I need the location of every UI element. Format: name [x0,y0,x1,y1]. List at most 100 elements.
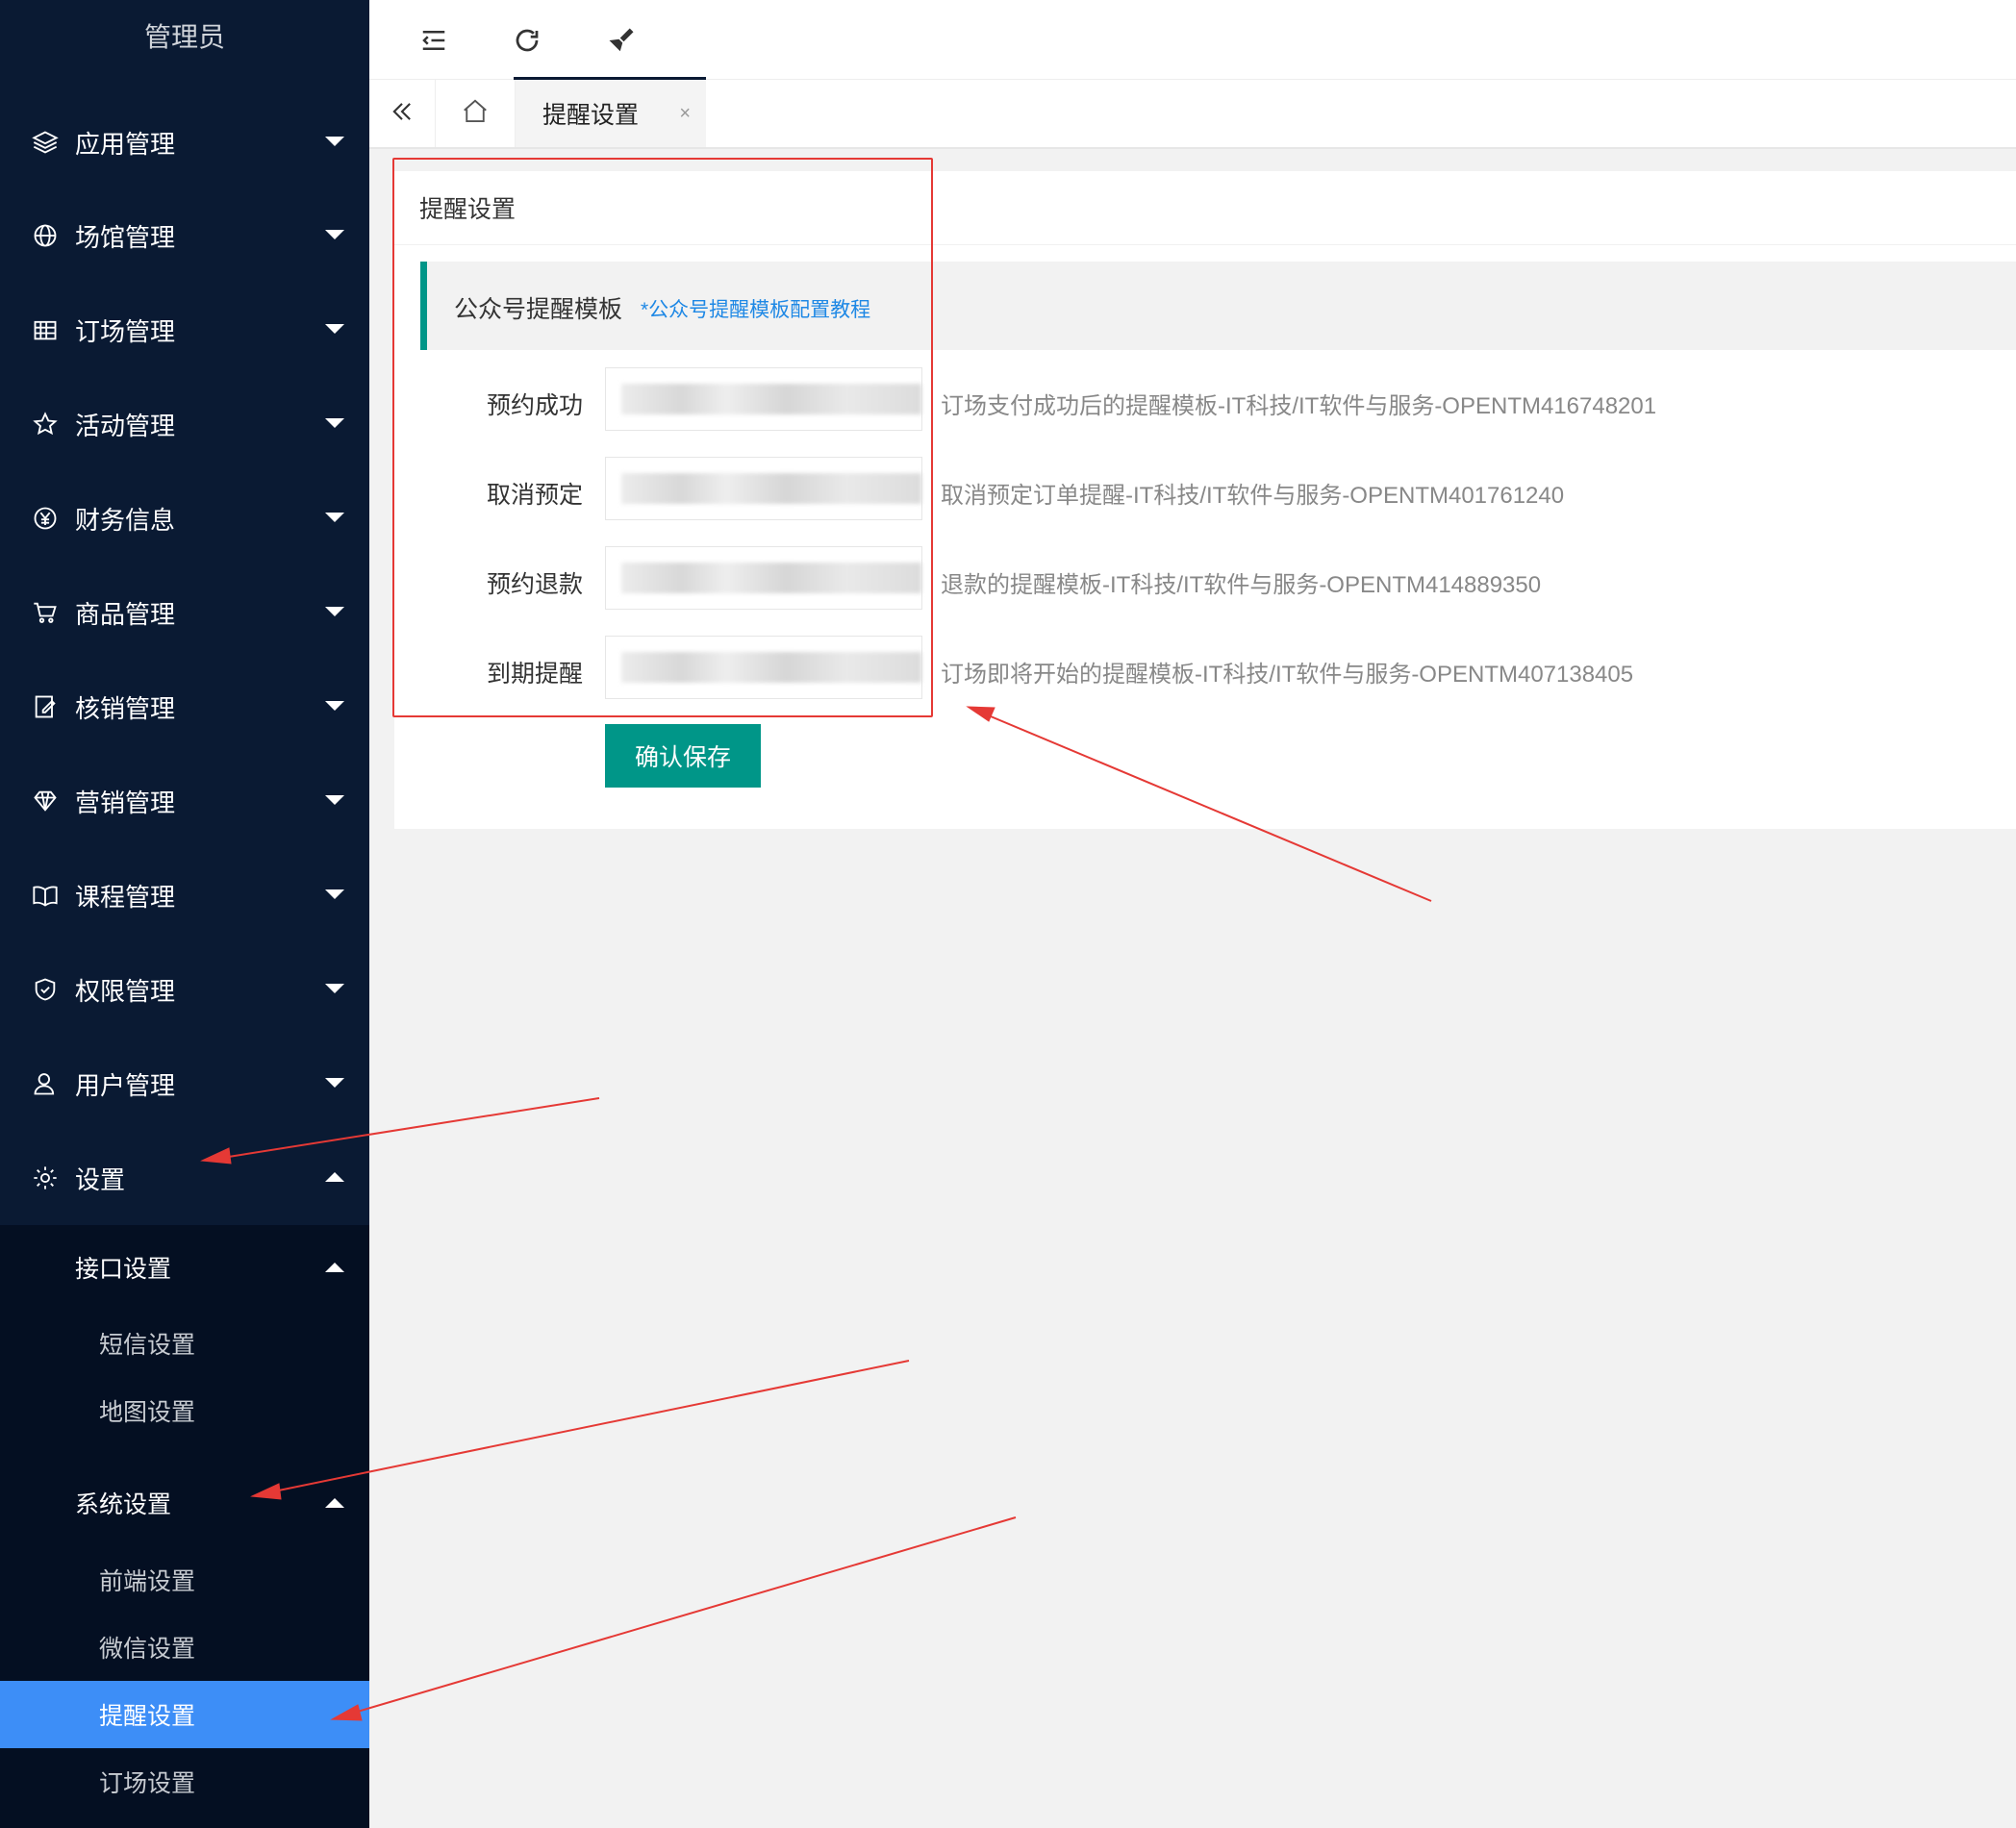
layers-icon [31,128,60,157]
caret-down-icon [325,513,344,522]
tabs-scroll-left-button[interactable] [369,80,436,147]
template-id-input[interactable] [605,367,922,431]
sidebar-item-label: 用户管理 [75,1070,176,1100]
notice-block: 公众号提醒模板 *公众号提醒模板配置教程 [420,262,2016,350]
caret-down-icon [325,701,344,711]
template-id-input[interactable] [605,457,922,520]
edit-icon [31,692,60,721]
sidebar-item-label: 财务信息 [75,505,176,535]
sidebar-item-goods[interactable]: 商品管理 [0,565,369,660]
field-hint: 订场支付成功后的提醒模板-IT科技/IT软件与服务-OPENTM41674820… [941,393,1657,419]
cart-icon [31,598,60,627]
blurred-value [621,563,921,593]
caret-down-icon [325,230,344,239]
tab-reminder-settings[interactable]: 提醒设置 × [516,80,706,147]
sidebar-item-verify[interactable]: 核销管理 [0,660,369,754]
sidebar-item-label: 商品管理 [75,599,176,629]
submenu-item-label: 地图设置 [99,1399,196,1426]
sidebar-item-finance[interactable]: 财务信息 [0,471,369,565]
submenu-group-api[interactable]: 接口设置 [0,1234,369,1301]
tab-home[interactable] [436,80,516,147]
sidebar-item-settings[interactable]: 设置 [0,1131,369,1225]
menu-fold-icon[interactable] [413,19,455,62]
save-button[interactable]: 确认保存 [605,724,761,788]
brush-icon[interactable] [600,19,643,62]
book-icon [31,881,60,910]
field-label: 到期提醒 [486,661,583,688]
annotation-arrow-line [343,1516,1017,1716]
submenu-item-label: 前端设置 [99,1568,196,1595]
sidebar-item-course[interactable]: 课程管理 [0,848,369,942]
sidebar-item-marketing[interactable]: 营销管理 [0,754,369,848]
submenu-item-reminder[interactable]: 提醒设置 [0,1681,369,1748]
refresh-icon[interactable] [506,19,548,62]
template-id-input[interactable] [605,546,922,610]
sidebar-item-booking[interactable]: 订场管理 [0,283,369,377]
sidebar-item-label: 营销管理 [75,788,176,817]
close-icon[interactable]: × [679,103,691,125]
yen-icon [31,504,60,533]
field-label: 取消预定 [486,482,583,509]
shield-icon [31,975,60,1004]
form-row-cancel-booking: 取消预定 取消预定订单提醒-IT科技/IT软件与服务-OPENTM4017612… [394,457,2016,526]
field-hint: 取消预定订单提醒-IT科技/IT软件与服务-OPENTM401761240 [941,483,1565,509]
diamond-icon [31,787,60,815]
blurred-value [621,384,921,414]
submenu-item-sms[interactable]: 短信设置 [0,1310,369,1377]
caret-down-icon [325,418,344,428]
template-id-input[interactable] [605,636,922,699]
caret-down-icon [325,607,344,616]
calendar-icon [31,315,60,344]
form-row-refund: 预约退款 退款的提醒模板-IT科技/IT软件与服务-OPENTM41488935… [394,546,2016,615]
field-label: 预约成功 [486,392,583,419]
caret-up-icon [325,1263,344,1272]
submenu-item-booking-settings[interactable]: 订场设置 [0,1748,369,1815]
home-icon [461,97,490,131]
tab-label: 提醒设置 [542,102,640,129]
tutorial-link[interactable]: *公众号提醒模板配置教程 [641,294,870,323]
submenu-group-system[interactable]: 系统设置 [0,1469,369,1537]
submenu-item-wechat[interactable]: 微信设置 [0,1614,369,1681]
submenu-item-label: 短信设置 [99,1332,196,1359]
caret-down-icon [325,795,344,805]
caret-up-icon [325,1172,344,1182]
sidebar-item-label: 场馆管理 [75,222,176,252]
caret-down-icon [325,984,344,993]
sidebar-item-label: 应用管理 [75,129,176,159]
submenu-item-frontend[interactable]: 前端设置 [0,1546,369,1614]
caret-up-icon [325,1498,344,1508]
reminder-settings-card: 提醒设置 公众号提醒模板 *公众号提醒模板配置教程 预约成功 订场支付成功后的提… [394,171,2016,829]
card-title: 提醒设置 [419,196,517,223]
caret-down-icon [325,889,344,899]
user-icon [31,1069,60,1098]
submenu-item-label: 提醒设置 [99,1703,196,1730]
submenu-item-label: 订场设置 [99,1770,196,1797]
blurred-value [621,652,921,683]
sidebar-item-label: 订场管理 [75,316,176,346]
submenu-item-map[interactable]: 地图设置 [0,1377,369,1444]
star-icon [31,410,60,438]
blurred-value [621,473,921,504]
sidebar-item-app[interactable]: 应用管理 [0,95,369,189]
tab-bar: 提醒设置 × [369,80,2016,149]
form-row-expiry-reminder: 到期提醒 订场即将开始的提醒模板-IT科技/IT软件与服务-OPENTM4071… [394,636,2016,705]
sidebar-item-label: 课程管理 [75,882,176,912]
sidebar-item-label: 核销管理 [75,693,176,723]
sidebar-item-permission[interactable]: 权限管理 [0,942,369,1037]
sidebar-item-label: 权限管理 [75,976,176,1006]
sidebar-item-venue[interactable]: 场馆管理 [0,188,369,283]
caret-down-icon [325,1078,344,1088]
submenu-item-label: 微信设置 [99,1636,196,1663]
sidebar: 管理员 应用管理 场馆管理 订场管理 活动管理 财务信息 商品管理 核销管理 营… [0,0,369,1828]
caret-down-icon [325,324,344,334]
notice-title: 公众号提醒模板 [454,296,623,323]
submenu-group-label: 系统设置 [75,1491,172,1518]
divider [394,244,2016,245]
sidebar-item-activity[interactable]: 活动管理 [0,377,369,471]
brand-title: 管理员 [143,22,225,52]
field-hint: 退款的提醒模板-IT科技/IT软件与服务-OPENTM414889350 [941,572,1542,598]
sidebar-item-user[interactable]: 用户管理 [0,1037,369,1131]
gear-icon [31,1164,60,1192]
double-chevron-left-icon [389,98,416,130]
sidebar-item-label: 设置 [75,1164,126,1194]
